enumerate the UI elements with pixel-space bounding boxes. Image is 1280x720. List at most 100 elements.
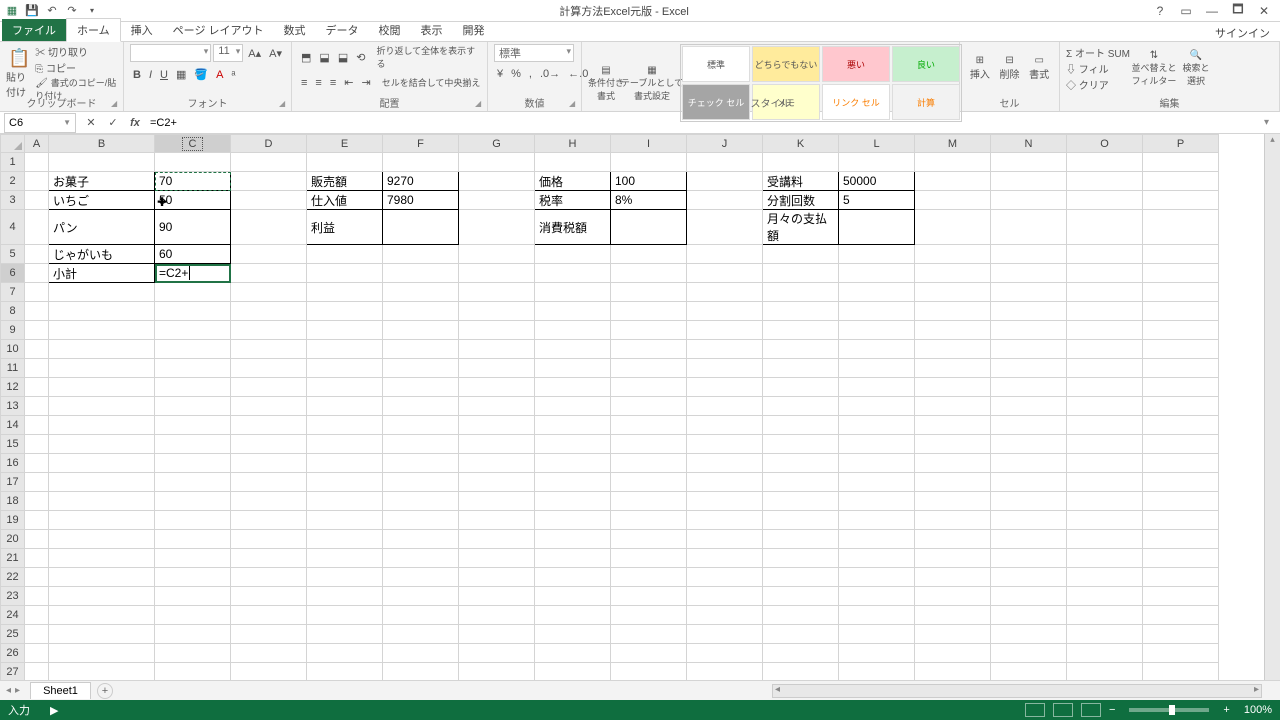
cell-K15[interactable]: [763, 435, 839, 454]
cell-M15[interactable]: [915, 435, 991, 454]
cell-D26[interactable]: [231, 644, 307, 663]
cell-D24[interactable]: [231, 606, 307, 625]
tab-ホーム[interactable]: ホーム: [66, 18, 121, 42]
cell-F14[interactable]: [383, 416, 459, 435]
zoom-slider[interactable]: [1129, 708, 1209, 712]
tab-数式[interactable]: 数式: [274, 19, 316, 41]
zoom-level[interactable]: 100%: [1244, 704, 1272, 716]
cell-P4[interactable]: [1143, 210, 1219, 245]
zoom-out-button[interactable]: −: [1109, 704, 1115, 716]
cell-P8[interactable]: [1143, 302, 1219, 321]
decrease-font-button[interactable]: A▾: [266, 45, 285, 62]
cell-C7[interactable]: [155, 283, 231, 302]
cell-L26[interactable]: [839, 644, 915, 663]
cell-E17[interactable]: [307, 473, 383, 492]
cell-N25[interactable]: [991, 625, 1067, 644]
cell-K20[interactable]: [763, 530, 839, 549]
cell-L5[interactable]: [839, 245, 915, 264]
cancel-edit-button[interactable]: ✕: [82, 114, 100, 132]
cell-G23[interactable]: [459, 587, 535, 606]
cell-J13[interactable]: [687, 397, 763, 416]
cell-P25[interactable]: [1143, 625, 1219, 644]
cell-B24[interactable]: [49, 606, 155, 625]
cell-F17[interactable]: [383, 473, 459, 492]
align-bottom-button[interactable]: ⬓: [335, 49, 351, 66]
cell-D5[interactable]: [231, 245, 307, 264]
cell-B25[interactable]: [49, 625, 155, 644]
cell-H23[interactable]: [535, 587, 611, 606]
cell-J9[interactable]: [687, 321, 763, 340]
cell-P27[interactable]: [1143, 663, 1219, 681]
cell-N12[interactable]: [991, 378, 1067, 397]
cell-N2[interactable]: [991, 172, 1067, 191]
cell-D19[interactable]: [231, 511, 307, 530]
cell-N13[interactable]: [991, 397, 1067, 416]
cell-N18[interactable]: [991, 492, 1067, 511]
cell-G19[interactable]: [459, 511, 535, 530]
wrap-text-button[interactable]: 折り返して全体を表示する: [376, 44, 481, 70]
cell-K21[interactable]: [763, 549, 839, 568]
worksheet-grid[interactable]: ABCDEFGHIJKLMNOP12お菓子70販売額9270価格100受講料50…: [0, 134, 1280, 680]
cell-F12[interactable]: [383, 378, 459, 397]
col-header-F[interactable]: F: [383, 135, 459, 153]
cell-M2[interactable]: [915, 172, 991, 191]
cell-K12[interactable]: [763, 378, 839, 397]
cell-M12[interactable]: [915, 378, 991, 397]
cell-M27[interactable]: [915, 663, 991, 681]
cell-C21[interactable]: [155, 549, 231, 568]
cell-F8[interactable]: [383, 302, 459, 321]
cell-K2[interactable]: 受講料: [763, 172, 839, 191]
align-center-button[interactable]: ≡: [312, 75, 324, 91]
vertical-scrollbar[interactable]: ▴: [1264, 134, 1280, 680]
cell-M8[interactable]: [915, 302, 991, 321]
accounting-button[interactable]: ¥: [494, 66, 506, 82]
cell-D7[interactable]: [231, 283, 307, 302]
cell-K4[interactable]: 月々の支払額: [763, 210, 839, 245]
percent-button[interactable]: %: [508, 66, 524, 82]
cell-B1[interactable]: [49, 153, 155, 172]
cell-I6[interactable]: [611, 264, 687, 283]
cell-B26[interactable]: [49, 644, 155, 663]
cell-G2[interactable]: [459, 172, 535, 191]
cell-G27[interactable]: [459, 663, 535, 681]
cell-J23[interactable]: [687, 587, 763, 606]
tab-データ[interactable]: データ: [316, 19, 369, 41]
cell-F15[interactable]: [383, 435, 459, 454]
col-header-E[interactable]: E: [307, 135, 383, 153]
row-header-27[interactable]: 27: [1, 663, 25, 681]
cell-O4[interactable]: [1067, 210, 1143, 245]
cell-G8[interactable]: [459, 302, 535, 321]
redo-icon[interactable]: ↷: [64, 3, 80, 19]
cell-C23[interactable]: [155, 587, 231, 606]
cell-K5[interactable]: [763, 245, 839, 264]
cell-C24[interactable]: [155, 606, 231, 625]
cell-G3[interactable]: [459, 191, 535, 210]
paste-button[interactable]: 📋 貼り付け: [6, 49, 33, 97]
increase-decimal-button[interactable]: .0→: [537, 66, 563, 82]
cell-F23[interactable]: [383, 587, 459, 606]
cell-E11[interactable]: [307, 359, 383, 378]
cell-P16[interactable]: [1143, 454, 1219, 473]
cell-E8[interactable]: [307, 302, 383, 321]
chevron-down-icon[interactable]: ▼: [63, 118, 71, 127]
cell-O1[interactable]: [1067, 153, 1143, 172]
cell-N8[interactable]: [991, 302, 1067, 321]
decrease-indent-button[interactable]: ⇤: [341, 74, 356, 91]
cell-I5[interactable]: [611, 245, 687, 264]
cell-A19[interactable]: [25, 511, 49, 530]
cell-C18[interactable]: [155, 492, 231, 511]
cell-J5[interactable]: [687, 245, 763, 264]
cell-B15[interactable]: [49, 435, 155, 454]
cell-M19[interactable]: [915, 511, 991, 530]
cell-G18[interactable]: [459, 492, 535, 511]
cell-E4[interactable]: 利益: [307, 210, 383, 245]
cell-O13[interactable]: [1067, 397, 1143, 416]
cell-N27[interactable]: [991, 663, 1067, 681]
merge-center-button[interactable]: セルを結合して中央揃え: [382, 76, 481, 89]
confirm-edit-button[interactable]: ✓: [104, 114, 122, 132]
cell-M6[interactable]: [915, 264, 991, 283]
cell-M17[interactable]: [915, 473, 991, 492]
cell-L18[interactable]: [839, 492, 915, 511]
row-header-17[interactable]: 17: [1, 473, 25, 492]
cell-H27[interactable]: [535, 663, 611, 681]
